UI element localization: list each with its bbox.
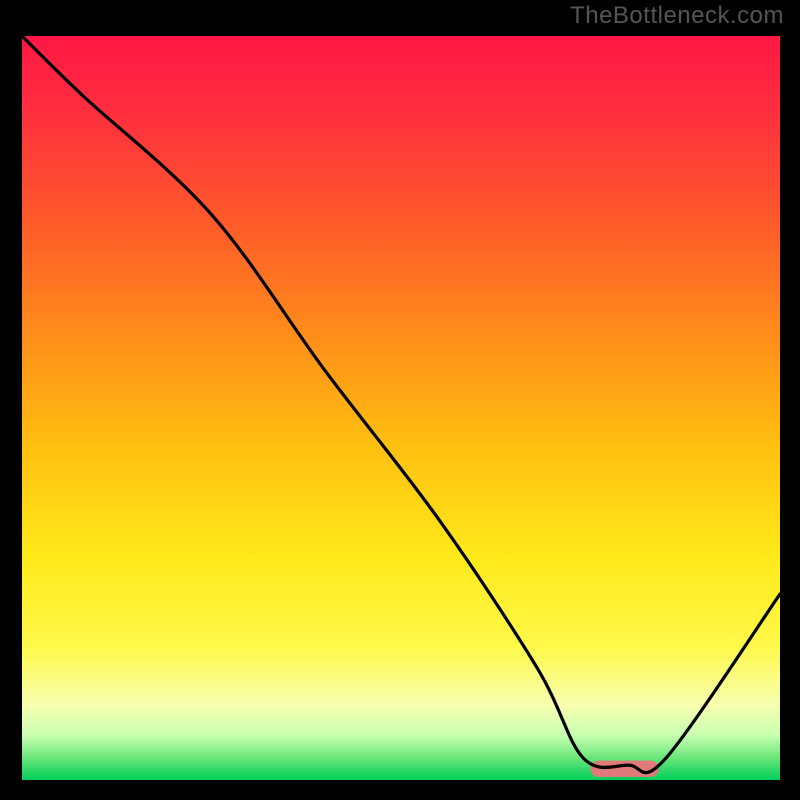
watermark-text: TheBottleneck.com [570,2,784,30]
chart-frame-border [16,30,786,786]
